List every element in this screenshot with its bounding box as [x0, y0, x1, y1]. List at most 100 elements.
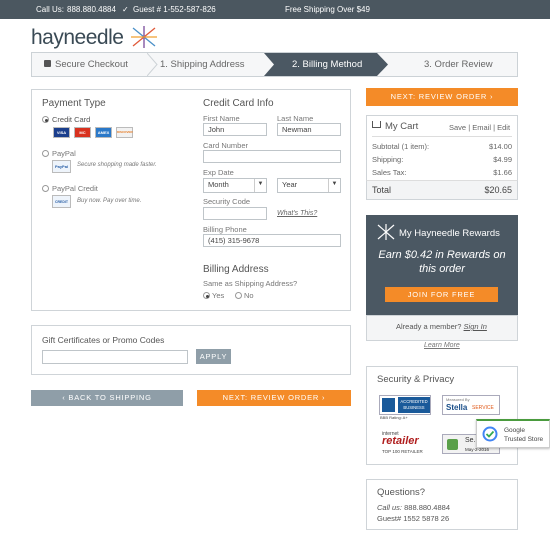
questions-title: Questions?	[377, 487, 426, 498]
phone-icon: ✓	[122, 5, 129, 14]
stella-brand: Stella	[446, 403, 468, 412]
back-to-shipping-button[interactable]: ‹ BACK TO SHIPPING	[31, 390, 183, 406]
phone-number[interactable]: 888.880.4884	[67, 5, 116, 14]
join-for-free-button[interactable]: JOIN FOR FREE	[385, 287, 498, 302]
step-order-review[interactable]: 3. Order Review	[424, 53, 493, 76]
no-label: No	[244, 291, 254, 300]
last-name-label: Last Name	[277, 114, 314, 123]
rewards-star-icon	[377, 224, 395, 240]
subtotal-value: $14.00	[489, 142, 512, 151]
credit-card-radio[interactable]	[42, 116, 49, 123]
sign-in-link[interactable]: Sign In	[464, 322, 487, 331]
cart-edit-link[interactable]: Edit	[497, 123, 510, 132]
step-billing-method[interactable]: 2. Billing Method	[292, 53, 362, 76]
same-address-no-radio[interactable]	[235, 292, 242, 299]
paypal-credit-label: PayPal Credit	[52, 184, 98, 193]
guest-number: Guest # 1-552-587-826	[133, 5, 216, 14]
bbb-line2: BUSINESS	[403, 405, 425, 410]
security-code-label: Security Code	[203, 197, 251, 206]
paypal-logo-icon: PayPal	[52, 160, 71, 173]
billing-address-title: Billing Address	[203, 264, 269, 275]
total-value: $20.65	[484, 185, 512, 195]
shipping-value: $4.99	[493, 155, 512, 164]
yes-label: Yes	[212, 291, 225, 300]
internet-retailer-logo[interactable]: retailer	[382, 435, 419, 447]
cart-actions: Save | Email | Edit	[449, 123, 511, 132]
billing-phone-field[interactable]: (415) 315-9678	[203, 234, 341, 247]
paypal-label: PayPal	[52, 149, 76, 158]
step-divider-icon	[147, 53, 158, 76]
google-line2: Trusted Store	[504, 436, 544, 443]
checkout-steps: Secure Checkout 1. Shipping Address 2. B…	[31, 52, 518, 77]
shipping-label: Shipping:	[372, 155, 404, 164]
questions-guest: Guest# 1552 5878 26	[377, 514, 450, 523]
google-check-icon	[482, 426, 498, 442]
billing-phone-label: Billing Phone	[203, 225, 247, 234]
chevron-down-icon: ▼	[328, 179, 340, 192]
questions-call: Call us: 888.880.4884	[377, 503, 450, 512]
cart-save-link[interactable]: Save	[449, 123, 466, 132]
cart-icon	[372, 121, 381, 128]
paypal-radio[interactable]	[42, 150, 49, 157]
first-name-label: First Name	[203, 114, 240, 123]
secure-checkout: Secure Checkout	[44, 53, 128, 76]
call-us-label-bottom: Call us:	[377, 503, 403, 512]
same-as-shipping-label: Same as Shipping Address?	[203, 279, 298, 288]
next-review-order-top-button[interactable]: NEXT: REVIEW ORDER ›	[366, 88, 518, 106]
security-code-field[interactable]	[203, 207, 267, 220]
whats-this-link[interactable]: What's This?	[277, 210, 317, 217]
last-name-field[interactable]: Newman	[277, 123, 341, 136]
bbb-logo-icon	[382, 398, 395, 412]
subtotal-label: Subtotal (1 item):	[372, 142, 430, 151]
sales-tax-value: $1.66	[493, 168, 512, 177]
exp-month-value: Month	[208, 180, 229, 189]
total-label: Total	[372, 185, 392, 195]
cart-email-link[interactable]: Email	[472, 123, 491, 132]
card-number-field[interactable]	[203, 150, 341, 163]
step-shipping-address[interactable]: 1. Shipping Address	[160, 53, 245, 76]
paypal-note: Secure shopping made faster.	[77, 162, 157, 168]
chevron-down-icon: ▼	[254, 179, 266, 192]
card-number-label: Card Number	[203, 141, 249, 150]
internet-retailer-sub: TOP 100 RETAILER	[382, 449, 423, 454]
next-review-order-button[interactable]: NEXT: REVIEW ORDER ›	[197, 390, 351, 406]
learn-more-link[interactable]: Learn More	[424, 342, 460, 349]
stella-badge[interactable]: Measured By Stella SERVICE	[442, 395, 500, 415]
secure-checkout-label: Secure Checkout	[55, 59, 128, 70]
payment-type-title: Payment Type	[42, 98, 106, 109]
paypal-credit-radio[interactable]	[42, 185, 49, 192]
already-member-label: Already a member?	[396, 322, 462, 331]
mastercard-icon: MC	[74, 127, 91, 138]
exp-year-value: Year	[282, 180, 298, 189]
security-privacy-title: Security & Privacy	[377, 374, 455, 385]
paypal-credit-note: Buy now. Pay over time.	[77, 198, 142, 204]
shield-icon	[447, 439, 458, 450]
google-trusted-store-badge[interactable]: Google Trusted Store	[476, 419, 550, 448]
gift-certificates-title: Gift Certificates or Promo Codes	[42, 335, 165, 345]
rewards-earn-text: Earn $0.42 in Rewards on this order	[378, 249, 506, 275]
first-name-field[interactable]: John	[203, 123, 267, 136]
google-line1: Google	[504, 427, 525, 434]
call-us-label: Call Us:	[36, 5, 65, 14]
free-shipping-notice: Free Shipping Over $49	[285, 5, 370, 14]
exp-month-select[interactable]: Month ▼	[203, 178, 267, 193]
same-address-yes-radio[interactable]	[203, 292, 210, 299]
exp-year-select[interactable]: Year ▼	[277, 178, 341, 193]
discover-icon: DISCOVER	[116, 127, 133, 138]
logo-text: hayneedle	[31, 26, 124, 49]
already-member-text: Already a member? Sign In	[396, 322, 487, 331]
visa-icon: VISA	[53, 127, 70, 138]
hayneedle-logo[interactable]: hayneedle	[31, 26, 157, 50]
credit-card-label: Credit Card	[52, 115, 91, 124]
top-bar: Call Us: 888.880.4884 ✓ Guest # 1-552-58…	[0, 0, 550, 19]
questions-phone[interactable]: 888.880.4884	[404, 503, 450, 512]
stella-service: SERVICE	[472, 405, 494, 411]
promo-code-field[interactable]	[42, 350, 188, 364]
bbb-rating: BBB Rating: A+	[380, 415, 408, 420]
amex-icon: AMEX	[95, 127, 112, 138]
apply-button[interactable]: APPLY	[196, 349, 231, 364]
bbb-badge[interactable]: ACCREDITED BUSINESS	[379, 395, 431, 415]
cart-title: My Cart	[385, 121, 419, 132]
stella-top: Measured By	[446, 397, 470, 402]
rewards-title: My Hayneedle Rewards	[399, 228, 500, 239]
